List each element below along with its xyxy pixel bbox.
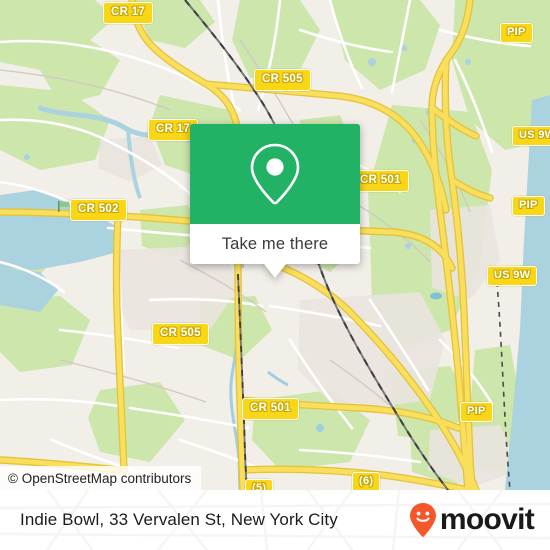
road-shield-route5: (5)	[245, 479, 274, 490]
location-popup-card[interactable]: Take me there	[190, 124, 360, 278]
road-shield-cr505-south: CR 505	[152, 323, 209, 345]
road-shield-pip-mid: PIP	[512, 196, 545, 216]
popup-image-panel	[190, 124, 360, 224]
moovit-logo: moovit	[408, 502, 535, 538]
osm-attribution[interactable]: © OpenStreetMap contributors	[0, 466, 202, 490]
popup-action-bar[interactable]: Take me there	[190, 224, 360, 264]
screenshot-root: CR 17 CR 505 PIP US 9W CR 17 CR 501 PIP …	[0, 0, 550, 550]
moovit-smiley-pin-icon	[409, 503, 436, 537]
road-shield-route6: (6)	[352, 472, 381, 490]
road-shield-cr501-south: CR 501	[242, 398, 299, 420]
take-me-there-label: Take me there	[221, 234, 329, 253]
map-pin-icon	[250, 143, 300, 205]
place-title: Indie Bowl, 33 Vervalen St, New York Cit…	[20, 510, 338, 529]
popup-pointer-tail	[264, 264, 286, 278]
bottom-info-bar: Indie Bowl, 33 Vervalen St, New York Cit…	[0, 490, 550, 550]
road-shield-pip-south: PIP	[460, 402, 493, 422]
flag-marker-icon	[58, 201, 69, 212]
road-shield-cr505-north: CR 505	[254, 69, 311, 91]
moovit-wordmark: moovit	[439, 503, 535, 536]
map-canvas[interactable]: CR 17 CR 505 PIP US 9W CR 17 CR 501 PIP …	[0, 0, 550, 490]
osm-attribution-text: © OpenStreetMap contributors	[8, 470, 192, 486]
road-shield-cr17-north: CR 17	[103, 2, 154, 24]
road-shield-cr501-mid: CR 501	[352, 170, 409, 192]
road-shield-us9w-north: US 9W	[512, 126, 550, 146]
road-shield-pip-north: PIP	[500, 23, 533, 43]
road-shield-cr502: CR 502	[70, 199, 127, 221]
road-shield-us9w-south: US 9W	[487, 266, 538, 286]
